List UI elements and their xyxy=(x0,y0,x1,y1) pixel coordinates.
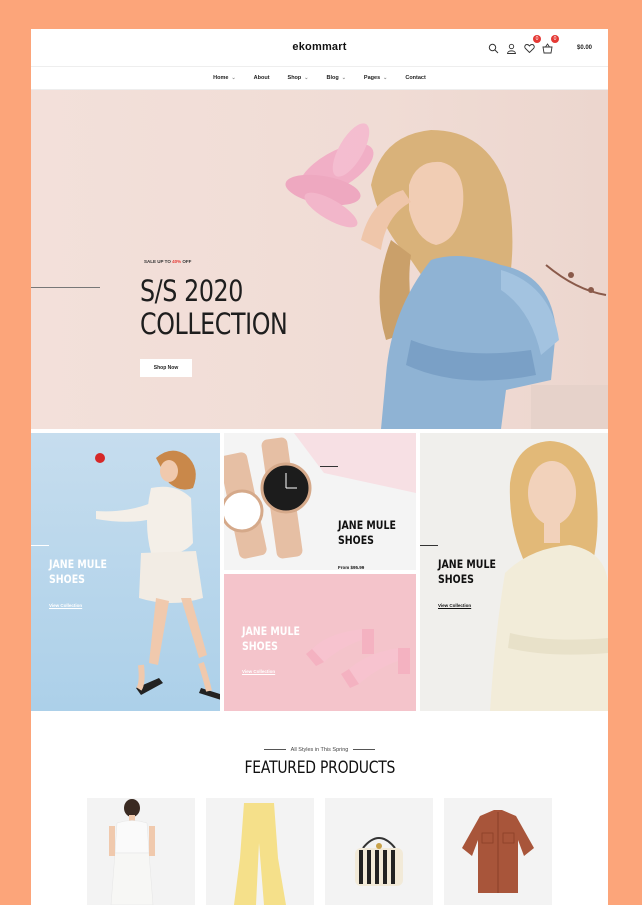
featured-title: FEATURED PRODUCTS xyxy=(244,758,395,778)
product-card[interactable] xyxy=(87,798,195,905)
banner-divider xyxy=(31,545,49,546)
nav-item-shop[interactable]: Shop ⌄ xyxy=(288,75,309,81)
nav-item-blog[interactable]: Blog ⌄ xyxy=(326,75,345,81)
hero-divider xyxy=(31,287,100,288)
cart-count-badge: 0 xyxy=(551,35,559,43)
banner-jane-mule-2[interactable]: JANE MULE SHOES From $95.99 xyxy=(224,433,416,570)
product-grid xyxy=(87,798,552,905)
banner-jane-mule-3[interactable]: JANE MULE SHOES View Collection xyxy=(224,574,416,711)
product-card[interactable] xyxy=(444,798,552,905)
view-collection-link[interactable]: View Collection xyxy=(49,603,82,608)
divider xyxy=(353,749,376,751)
hero-sale-text: SALE UP TO 40% OFF xyxy=(144,259,192,264)
product-image-rust-shirt xyxy=(462,810,534,893)
basket-icon[interactable]: 0 xyxy=(542,35,559,54)
product-image-striped-bag xyxy=(355,837,403,886)
wishlist-count-badge: 0 xyxy=(533,35,541,43)
chevron-down-icon: ⌄ xyxy=(231,75,236,81)
chevron-down-icon: ⌄ xyxy=(383,75,388,81)
header-icons: 0 0 xyxy=(488,35,559,54)
chevron-down-icon: ⌄ xyxy=(341,75,346,81)
chevron-down-icon: ⌄ xyxy=(304,75,309,81)
search-icon[interactable] xyxy=(488,41,499,54)
product-card[interactable] xyxy=(325,798,433,905)
featured-subtitle: All Styles in This Spring xyxy=(31,747,608,753)
product-image-yellow-pants xyxy=(234,803,286,905)
page: ekommart 0 0 $0.00 Home ⌄ About Shop ⌄ Blo… xyxy=(31,29,608,905)
divider xyxy=(263,749,286,751)
banner-title: JANE MULE SHOES xyxy=(242,624,300,653)
hero-image xyxy=(285,123,608,429)
banner-title: JANE MULE SHOES xyxy=(49,557,107,586)
price-link[interactable]: From $95.99 xyxy=(338,565,364,570)
banner-divider xyxy=(420,545,438,546)
banner-jane-mule-1[interactable]: JANE MULE SHOES View Collection xyxy=(31,433,220,711)
nav-item-pages[interactable]: Pages ⌄ xyxy=(364,75,387,81)
cart-total[interactable]: $0.00 xyxy=(577,45,592,51)
view-collection-link[interactable]: View Collection xyxy=(242,669,275,674)
main-nav: Home ⌄ About Shop ⌄ Blog ⌄ Pages ⌄ Contact xyxy=(31,67,608,90)
banner-jane-mule-4[interactable]: JANE MULE SHOES View Collection xyxy=(420,433,608,711)
hero-title: S/S 2020 COLLECTION xyxy=(140,274,288,341)
user-icon[interactable] xyxy=(506,41,517,54)
banner-image xyxy=(224,433,416,559)
nav-item-about[interactable]: About xyxy=(254,75,270,81)
heart-icon[interactable]: 0 xyxy=(524,35,541,54)
shop-now-button[interactable]: Shop Now xyxy=(140,359,192,377)
banner-title: JANE MULE SHOES xyxy=(338,518,396,547)
product-image-white-outfit xyxy=(109,799,155,905)
banner-title: JANE MULE SHOES xyxy=(438,557,496,586)
banner-divider xyxy=(320,466,338,467)
hero-slider: SALE UP TO 40% OFF S/S 2020 COLLECTION S… xyxy=(31,90,608,429)
view-collection-link[interactable]: View Collection xyxy=(438,603,471,608)
product-card[interactable] xyxy=(206,798,314,905)
nav-item-home[interactable]: Home ⌄ xyxy=(213,75,235,81)
site-header: ekommart 0 0 $0.00 xyxy=(31,29,608,67)
nav-item-contact[interactable]: Contact xyxy=(405,75,425,81)
